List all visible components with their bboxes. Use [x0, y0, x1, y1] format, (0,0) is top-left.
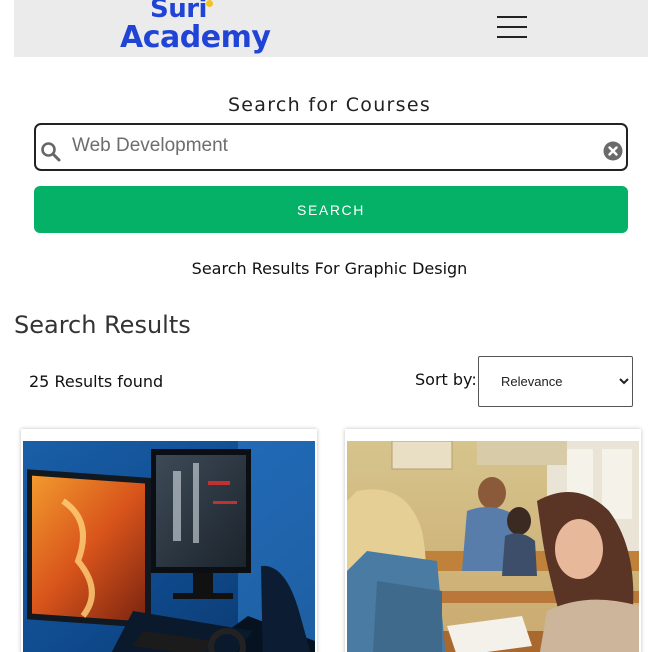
search-icon: [41, 142, 61, 162]
search-title: Search for Courses: [227, 94, 432, 116]
hamburger-menu-icon[interactable]: [497, 16, 527, 38]
search-button[interactable]: SEARCH: [34, 186, 628, 233]
search-results-heading: Search Results: [14, 311, 191, 339]
sort-select[interactable]: Relevance: [478, 356, 633, 407]
page: Suri Academy Search for Courses SEARCH S…: [0, 0, 659, 652]
logo-text-line2: Academy: [120, 20, 271, 55]
search-box[interactable]: [34, 123, 628, 171]
suri-academy-logo[interactable]: Suri Academy: [120, 0, 280, 56]
logo-dot: [206, 0, 213, 7]
sort-by-label: Sort by:: [415, 370, 477, 389]
clear-icon[interactable]: [603, 141, 623, 161]
course-image-gaming-computer-monitors[interactable]: [23, 441, 315, 652]
site-header: Suri Academy: [14, 0, 648, 57]
course-card[interactable]: [345, 429, 641, 652]
results-count: 25 Results found: [29, 372, 164, 391]
course-card[interactable]: [21, 429, 317, 652]
course-image-students-in-classroom[interactable]: [347, 441, 639, 652]
search-results-for-text: Search Results For Graphic Design: [191, 259, 468, 278]
search-input[interactable]: [72, 131, 592, 161]
